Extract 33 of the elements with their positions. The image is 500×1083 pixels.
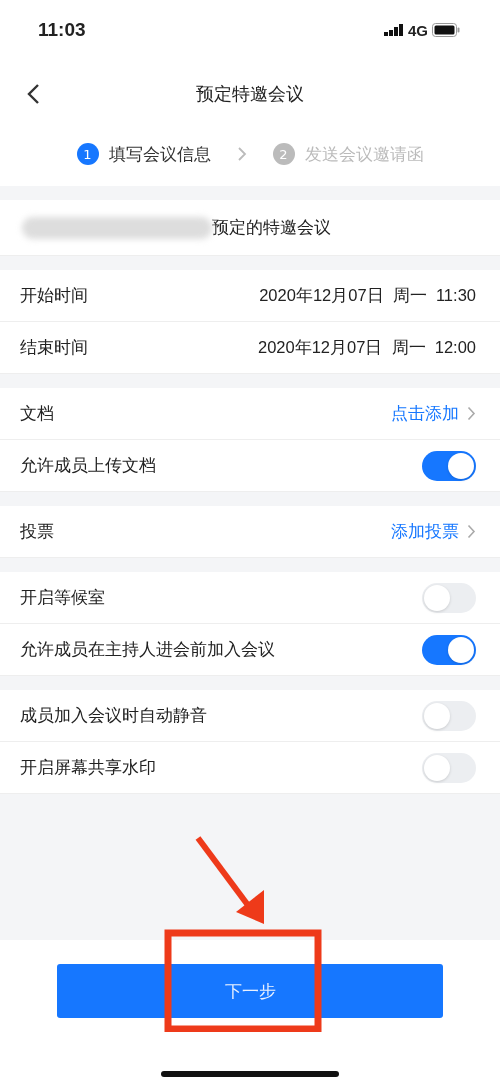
status-time: 11:03 [38, 19, 86, 41]
chevron-icon [467, 524, 476, 539]
row-label: 开启等候室 [20, 586, 105, 609]
battery-icon [432, 23, 460, 37]
signal-icon [384, 24, 404, 36]
step-label: 填写会议信息 [108, 142, 211, 166]
toggle-switch[interactable] [422, 634, 476, 665]
step-number: 1 [76, 143, 99, 165]
toggle-switch[interactable] [422, 582, 476, 613]
date-time-value[interactable]: 2020年12月07日 周一 12:00 [257, 336, 476, 359]
back-icon[interactable] [26, 83, 40, 105]
add-link[interactable]: 点击添加 [391, 402, 459, 425]
date-time-value[interactable]: 2020年12月07日 周一 11:30 [259, 284, 476, 307]
row-label: 文档 [20, 402, 54, 425]
row-label: 开启屏幕共享水印 [20, 756, 156, 779]
network-label: 4G [408, 21, 428, 39]
chevron-icon [236, 146, 247, 162]
toggle-switch[interactable] [422, 450, 476, 481]
add-link[interactable]: 添加投票 [391, 520, 459, 543]
toggle-switch[interactable] [422, 700, 476, 731]
meeting-subject: 预定的特邀会议 [212, 216, 331, 239]
next-button[interactable]: 下一步 [57, 964, 443, 1018]
row-label: 允许成员上传文档 [20, 454, 156, 477]
chevron-icon [467, 406, 476, 421]
row-label: 结束时间 [20, 336, 88, 359]
toggle-switch[interactable] [422, 752, 476, 783]
row-label: 开始时间 [20, 284, 88, 307]
row-label: 投票 [20, 520, 54, 543]
step-number: 2 [272, 143, 295, 165]
row-label: 成员加入会议时自动静音 [20, 704, 207, 727]
page-title: 预定特邀会议 [196, 82, 304, 106]
step-label: 发送会议邀请函 [304, 142, 424, 166]
row-label: 允许成员在主持人进会前加入会议 [20, 638, 275, 661]
